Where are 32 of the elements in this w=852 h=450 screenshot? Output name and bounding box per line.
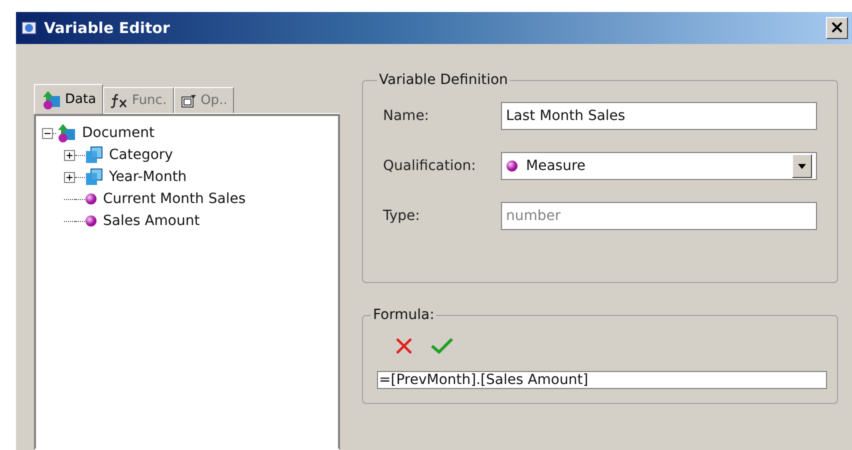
window-title: Variable Editor [44,19,171,37]
sphere-icon [85,193,97,205]
data-source-icon [41,90,61,110]
sphere-icon [85,215,97,227]
expand-toggle-icon[interactable] [64,150,75,160]
checkmark-icon[interactable] [431,337,453,355]
tree-item[interactable]: Document [82,125,155,141]
collapse-toggle-icon[interactable] [42,128,53,138]
window-icon [180,94,197,108]
sphere-icon [506,160,518,172]
field-label: Type: [383,208,421,224]
group-title: Formula: [372,307,436,323]
expand-toggle-icon[interactable] [64,172,75,182]
name-field[interactable]: Last Month Sales [501,102,817,130]
type-field[interactable]: number [501,202,817,230]
cancel-icon[interactable] [395,337,413,355]
tree-item[interactable]: Current Month Sales [103,191,246,207]
formula-field[interactable]: =[PrevMonth].[Sales Amount] [377,371,827,389]
tree-item[interactable]: Year-Month [109,169,187,185]
tab[interactable]: Data [34,84,104,114]
group-title: Variable Definition [378,72,509,88]
data-source-icon [56,123,76,143]
function-icon [110,94,128,108]
tree-item[interactable]: Sales Amount [103,213,200,229]
field-label: Name: [383,108,430,124]
cube-icon [85,168,103,186]
qualification-dropdown[interactable]: Measure [501,152,817,180]
app-icon [20,19,38,37]
field-label: Qualification: [383,158,477,174]
close-button[interactable]: × [826,17,848,39]
tree-item[interactable]: Category [109,147,173,163]
cube-icon [85,146,103,164]
